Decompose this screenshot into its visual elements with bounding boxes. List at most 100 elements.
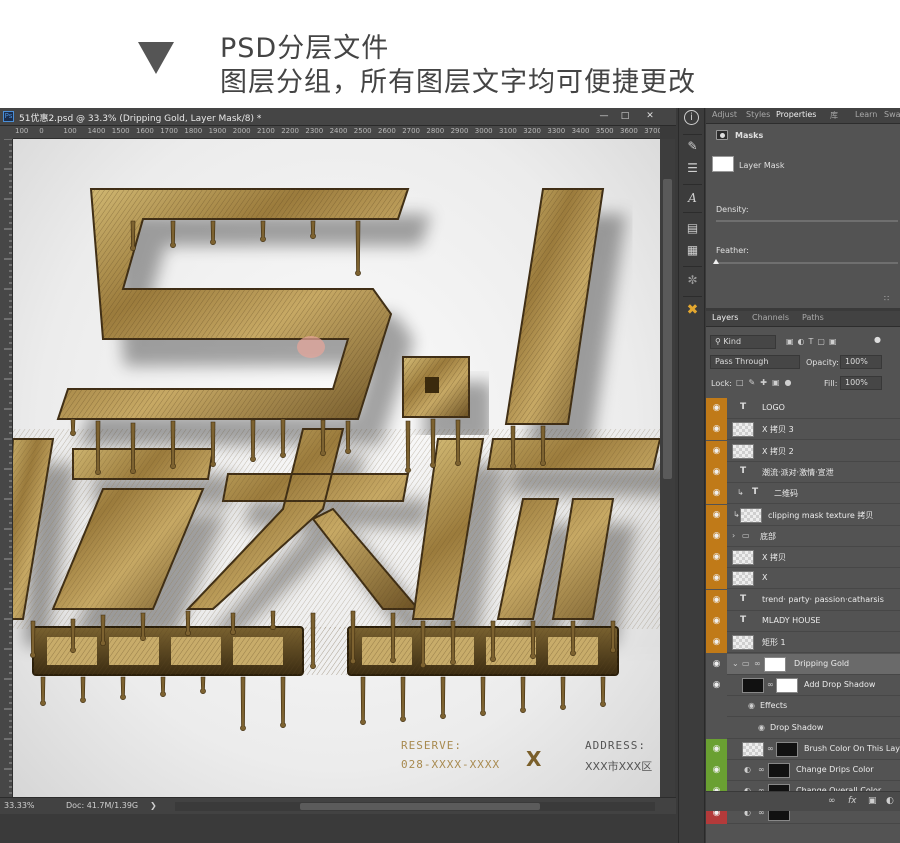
doc-size[interactable]: Doc: 41.7M/1.39G: [66, 801, 138, 810]
fx-icon[interactable]: fx: [848, 796, 857, 806]
vertical-scrollbar[interactable]: [660, 139, 675, 797]
photoshop-file-icon: Ps: [3, 111, 14, 122]
gold-drip: [100, 614, 106, 647]
layer-name: Drop Shadow: [770, 722, 824, 732]
tab-layers[interactable]: Layers: [712, 313, 738, 322]
tab-paths[interactable]: Paths: [802, 313, 824, 322]
visibility-eye-icon[interactable]: ◉: [706, 738, 727, 760]
visibility-eye-icon[interactable]: ◉: [706, 674, 727, 696]
visibility-eye-icon[interactable]: ◉: [706, 568, 727, 590]
visibility-eye-icon[interactable]: ◉: [706, 483, 727, 505]
gold-one-glyph: [504, 188, 605, 425]
density-slider[interactable]: [716, 220, 898, 222]
adjust-add-icon[interactable]: ◐: [886, 796, 894, 806]
layer-row[interactable]: ◉ Effects: [706, 696, 900, 718]
paragraph-icon[interactable]: ▤: [684, 220, 701, 237]
layer-row[interactable]: ◉ Ttrend· party· passion·catharsis: [706, 589, 900, 611]
tab-adjustments[interactable]: Adjust: [712, 110, 737, 119]
mask-add-icon[interactable]: ▣: [868, 796, 877, 806]
gold-drip: [610, 620, 616, 654]
layer-row[interactable]: ◉ Drop Shadow: [706, 717, 900, 739]
document-tab[interactable]: Ps 51优惠2.psd @ 33.3% (Dripping Gold, Lay…: [0, 108, 676, 126]
layer-row[interactable]: ◉ 矩形 1: [706, 632, 900, 654]
gold-main-glyphs: [13, 428, 660, 629]
tab-learn[interactable]: Learn: [855, 110, 877, 119]
horizontal-ruler[interactable]: 100 0 100 1400 1500 1600 1700 1800 1900 2000 2100 2…: [13, 126, 660, 139]
layer-name: 底部: [760, 531, 776, 541]
document-canvas[interactable]: RESERVE: 028-XXXX-XXXX X ADDRESS: XXX市XX…: [13, 139, 660, 797]
blend-mode-select[interactable]: Pass Through: [710, 355, 800, 369]
status-arrow-icon[interactable]: ❯: [150, 801, 157, 810]
layer-row[interactable]: ◉ ∞ Add Drop Shadow: [706, 674, 900, 696]
ruler-mark: 2500: [353, 127, 372, 135]
gold-drip: [185, 610, 191, 637]
visibility-eye-icon[interactable]: [706, 696, 727, 718]
clone-icon[interactable]: ✼: [684, 272, 701, 289]
visibility-eye-icon[interactable]: ◉: [706, 760, 727, 782]
opacity-input[interactable]: 100%: [840, 355, 882, 369]
tab-swatches[interactable]: Swa: [884, 110, 900, 119]
visibility-eye-icon[interactable]: ◉: [706, 653, 727, 675]
visibility-eye-icon[interactable]: ◉: [706, 419, 727, 441]
minimize-icon[interactable]: —: [594, 110, 614, 123]
layers-panel: Layers Channels Paths ⚲ Kind ▣◐T▢▣ ● Pas…: [706, 311, 900, 843]
brush-settings-icon[interactable]: ✎: [684, 138, 701, 155]
panel-menu-icon[interactable]: ∷: [884, 294, 889, 303]
gold-drip: [350, 610, 356, 665]
layer-row[interactable]: ◉ T LOGO: [706, 398, 900, 419]
fill-label: Fill:: [824, 379, 838, 388]
layer-row[interactable]: ◉ X 拷贝 3: [706, 419, 900, 441]
zoom-level[interactable]: 33.33%: [4, 801, 35, 810]
layer-row[interactable]: ◉ X 拷贝: [706, 547, 900, 569]
layer-mask-thumbnail[interactable]: [712, 156, 734, 172]
adjust-icon[interactable]: ☰: [684, 160, 701, 177]
visibility-eye-icon[interactable]: ◉: [706, 504, 727, 526]
character-icon[interactable]: A: [684, 190, 701, 207]
layer-row[interactable]: ◉ X 拷贝 2: [706, 440, 900, 462]
tools-cross-icon[interactable]: ✖: [684, 302, 701, 319]
visibility-eye-icon[interactable]: ◉: [706, 525, 727, 547]
gold-five-glyph: [56, 188, 410, 420]
link-icon[interactable]: ∞: [828, 796, 836, 806]
visibility-eye-icon[interactable]: ◉: [706, 398, 727, 419]
visibility-eye-icon[interactable]: ◉: [706, 461, 727, 483]
visibility-eye-icon[interactable]: ◉: [706, 547, 727, 569]
layer-row[interactable]: ◉ ⌄ ▭ ∞ Dripping Gold: [706, 653, 900, 675]
visibility-eye-icon[interactable]: ◉: [706, 440, 727, 462]
layer-filter-icons[interactable]: ▣◐T▢▣: [786, 337, 841, 346]
layer-row[interactable]: ◉ ↳ clipping mask texture 拷贝: [706, 504, 900, 526]
tab-channels[interactable]: Channels: [752, 313, 789, 322]
visibility-eye-icon[interactable]: [706, 717, 727, 739]
layer-row[interactable]: ◉ T MLADY HOUSE: [706, 611, 900, 632]
layer-name: Dripping Gold: [794, 658, 850, 668]
photoshop-window: Ps 51优惠2.psd @ 33.3% (Dripping Gold, Lay…: [0, 108, 900, 843]
vertical-ruler[interactable]: [0, 139, 13, 797]
info-icon[interactable]: i: [684, 110, 699, 125]
feather-slider-thumb[interactable]: [713, 259, 719, 264]
maximize-icon[interactable]: □: [615, 110, 635, 123]
layer-row[interactable]: ◉ ∞ Brush Color On This Layer: [706, 738, 900, 760]
layer-row[interactable]: ◉ T 潮流·派对·激情·宣泄: [706, 461, 900, 483]
layer-row[interactable]: ◉ ↳ T 二维码: [706, 483, 900, 505]
layer-filter-select[interactable]: ⚲ Kind: [710, 335, 776, 349]
visibility-eye-icon[interactable]: ◉: [706, 589, 727, 611]
tab-styles[interactable]: Styles: [746, 110, 770, 119]
tab-library[interactable]: 库: [830, 110, 838, 121]
close-icon[interactable]: ✕: [640, 110, 660, 123]
vertical-scroll-thumb[interactable]: [663, 179, 672, 479]
layer-row[interactable]: ◉ ◐ ∞ Change Drips Color: [706, 760, 900, 782]
lock-icons[interactable]: □✎✚▣●: [736, 378, 797, 387]
notes-icon[interactable]: ▦: [684, 242, 701, 259]
horizontal-scroll-thumb[interactable]: [300, 803, 540, 810]
group-mask-thumbnail: [764, 656, 786, 672]
visibility-eye-icon[interactable]: ◉: [706, 611, 727, 632]
visibility-eye-icon[interactable]: ◉: [706, 632, 727, 654]
fill-input[interactable]: 100%: [840, 376, 882, 390]
tab-properties[interactable]: Properties: [776, 110, 816, 119]
gold-drip: [310, 612, 316, 670]
layer-row[interactable]: ◉ X: [706, 568, 900, 590]
gold-drip: [420, 620, 426, 669]
feather-slider[interactable]: [716, 262, 898, 264]
layer-row[interactable]: ◉ › ▭ 底部: [706, 525, 900, 547]
filter-toggle-icon[interactable]: ●: [874, 335, 881, 344]
